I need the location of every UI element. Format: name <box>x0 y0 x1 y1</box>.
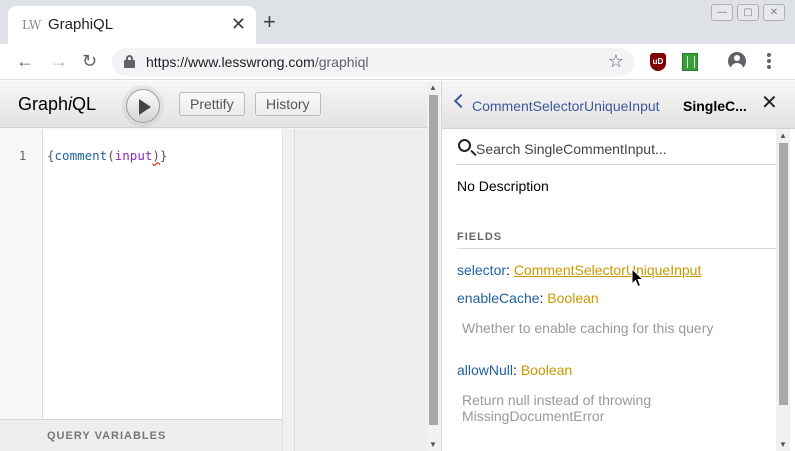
scrollbar-thumb[interactable] <box>429 95 438 425</box>
docs-back-link[interactable]: CommentSelectorUniqueInput <box>472 98 660 114</box>
graphiql-topbar: GraphiQL Prettify History <box>0 81 427 128</box>
docs-scrollbar[interactable]: ▲ ▼ <box>776 129 790 451</box>
type-description: No Description <box>457 178 549 194</box>
window-controls: — ▢ ✕ <box>711 4 785 21</box>
field-type-link[interactable]: Boolean <box>521 362 572 378</box>
play-icon <box>139 99 151 115</box>
ublock-extension-icon[interactable]: uD <box>650 53 666 71</box>
browser-toolbar: ← → ↻ https://www.lesswrong.com/graphiql… <box>0 44 795 80</box>
field-name[interactable]: enableCache <box>457 290 540 306</box>
lesswrong-favicon-icon: LW <box>22 18 42 32</box>
profile-avatar-icon[interactable] <box>728 52 746 70</box>
search-icon <box>458 139 471 152</box>
query-variables-bar[interactable]: QUERY VARIABLES <box>0 419 282 451</box>
field-item: enableCache: Boolean <box>457 290 599 306</box>
fields-label: FIELDS <box>457 231 503 243</box>
results-gutter <box>283 129 295 451</box>
docs-close-icon[interactable]: ✕ <box>761 93 778 113</box>
field-description: Return null instead of throwing MissingD… <box>462 392 652 424</box>
scroll-down-icon[interactable]: ▼ <box>779 440 787 449</box>
field-description: Whether to enable caching for this query <box>462 320 714 336</box>
chevron-left-icon[interactable] <box>453 93 469 109</box>
docs-explorer: CommentSelectorUniqueInput SingleC... ✕ … <box>441 81 795 451</box>
query-variables-label: QUERY VARIABLES <box>47 430 167 442</box>
window-close-icon[interactable]: ✕ <box>763 4 785 21</box>
graphiql-app: GraphiQL Prettify History 1 {comment(inp… <box>0 81 795 451</box>
browser-menu-icon[interactable] <box>764 52 774 72</box>
query-editor[interactable]: 1 {comment(input)} <box>0 129 282 419</box>
line-number: 1 <box>19 149 27 163</box>
back-arrow-icon[interactable]: ← <box>16 50 34 72</box>
new-tab-icon[interactable]: + <box>263 11 276 33</box>
field-item: selector: CommentSelectorUniqueInput <box>457 262 702 278</box>
field-type-link[interactable]: Boolean <box>547 290 598 306</box>
address-bar[interactable]: https://www.lesswrong.com/graphiql ☆ <box>112 48 634 76</box>
execute-query-button[interactable] <box>126 89 160 123</box>
tab-close-icon[interactable]: ✕ <box>231 14 246 35</box>
lock-icon[interactable] <box>124 55 135 68</box>
field-item: allowNull: Boolean <box>457 362 573 378</box>
results-scrollbar[interactable]: ▲ ▼ <box>427 81 440 451</box>
url-text[interactable]: https://www.lesswrong.com/graphiql <box>146 54 369 70</box>
docs-title: SingleC... <box>683 98 747 114</box>
fields-section-header: FIELDS <box>457 227 777 249</box>
reload-icon[interactable]: ↻ <box>82 50 97 72</box>
scrollbar-thumb[interactable] <box>779 143 788 405</box>
bookmark-star-icon[interactable]: ☆ <box>608 51 624 72</box>
scroll-up-icon[interactable]: ▲ <box>429 83 437 92</box>
minimize-icon[interactable]: — <box>711 4 733 21</box>
browser-tabstrip: LW GraphiQL ✕ + — ▢ ✕ <box>0 0 795 44</box>
docs-search <box>456 135 776 165</box>
sheets-extension-icon[interactable] <box>682 53 698 71</box>
tab-title: GraphiQL <box>48 16 114 33</box>
prettify-button[interactable]: Prettify <box>179 92 245 116</box>
docs-search-input[interactable] <box>476 139 772 159</box>
history-button[interactable]: History <box>255 92 321 116</box>
maximize-icon[interactable]: ▢ <box>737 4 759 21</box>
field-type-link[interactable]: CommentSelectorUniqueInput <box>514 262 702 278</box>
scroll-down-icon[interactable]: ▼ <box>429 440 437 449</box>
field-name[interactable]: allowNull <box>457 362 513 378</box>
scroll-up-icon[interactable]: ▲ <box>779 131 787 140</box>
forward-arrow-icon[interactable]: → <box>50 50 68 72</box>
docs-header: CommentSelectorUniqueInput SingleC... ✕ <box>442 81 795 129</box>
results-pane[interactable] <box>282 129 427 451</box>
graphiql-logo: GraphiQL <box>18 94 97 114</box>
field-name[interactable]: selector <box>457 262 506 278</box>
query-code[interactable]: {comment(input)} <box>47 148 167 163</box>
editor-gutter: 1 <box>0 129 43 419</box>
browser-tab[interactable]: LW GraphiQL ✕ <box>8 6 256 44</box>
